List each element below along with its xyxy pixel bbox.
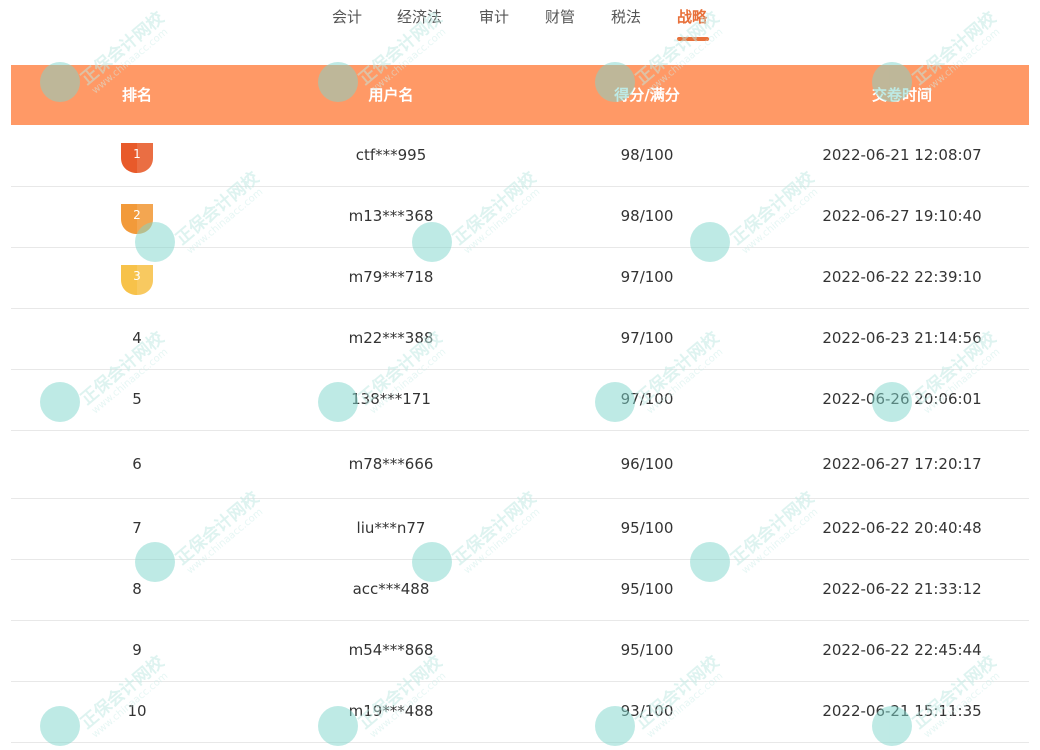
submit-time-cell: 2022-06-27 19:10:40: [822, 207, 982, 225]
table-row: 10 m19***488 93/100 2022-06-21 15:11:35: [11, 681, 1029, 743]
tab-jingjifa[interactable]: 经济法: [397, 6, 442, 28]
rank-number: 10: [127, 702, 147, 720]
submit-time-cell: 2022-06-22 22:39:10: [822, 268, 982, 286]
rank-number: 1: [133, 146, 141, 161]
medal-icon: 1: [120, 139, 154, 173]
username-cell: m13***368: [348, 207, 434, 225]
subject-tabs: 会计 经济法 审计 财管 税法 战略: [0, 0, 1040, 44]
table-header: 排名 用户名 得分/满分 交卷时间: [11, 65, 1029, 125]
table-row: 8 acc***488 95/100 2022-06-22 21:33:12: [11, 559, 1029, 621]
rank-number: 5: [132, 390, 142, 408]
submit-time-cell: 2022-06-21 15:11:35: [822, 702, 982, 720]
username-cell: liu***n77: [356, 519, 426, 537]
rank-number: 4: [132, 329, 142, 347]
medal-icon: 2: [120, 200, 154, 234]
rank-cell: 6: [11, 430, 263, 498]
submit-time-cell: 2022-06-21 12:08:07: [822, 146, 982, 164]
score-cell: 98/100: [620, 146, 674, 164]
medal-icon: 3: [120, 261, 154, 295]
rank-cell: 4: [11, 308, 263, 369]
submit-time-cell: 2022-06-22 20:40:48: [822, 519, 982, 537]
username-cell: m79***718: [348, 268, 434, 286]
rank-number: 9: [132, 641, 142, 659]
header-submit-time: 交卷时间: [871, 86, 932, 104]
rank-cell: 3: [11, 247, 263, 308]
rank-number: 8: [132, 580, 142, 598]
ranking-table: 排名 用户名 得分/满分 交卷时间 1 ctf***995 98/100 2022-0…: [11, 65, 1029, 743]
rank-cell: 1: [11, 125, 263, 186]
rank-number: 3: [133, 268, 141, 283]
tab-caiguan[interactable]: 财管: [545, 6, 575, 28]
username-cell: ctf***995: [355, 146, 427, 164]
score-cell: 95/100: [620, 519, 674, 537]
tab-shenji[interactable]: 审计: [479, 6, 509, 28]
rank-cell: 7: [11, 498, 263, 559]
submit-time-cell: 2022-06-22 21:33:12: [822, 580, 982, 598]
tab-zhanlue[interactable]: 战略: [677, 6, 707, 28]
rank-cell: 2: [11, 186, 263, 247]
table-row: 6 m78***666 96/100 2022-06-27 17:20:17: [11, 430, 1029, 499]
score-cell: 97/100: [620, 329, 674, 347]
username-cell: acc***488: [352, 580, 430, 598]
username-cell: m78***666: [348, 455, 434, 473]
table-row: 4 m22***388 97/100 2022-06-23 21:14:56: [11, 308, 1029, 370]
score-cell: 97/100: [620, 268, 674, 286]
table-row: 7 liu***n77 95/100 2022-06-22 20:40:48: [11, 498, 1029, 560]
submit-time-cell: 2022-06-22 22:45:44: [822, 641, 982, 659]
active-tab-indicator: [677, 37, 709, 41]
score-cell: 95/100: [620, 641, 674, 659]
rank-cell: 8: [11, 559, 263, 620]
score-cell: 97/100: [620, 390, 674, 408]
username-cell: m54***868: [348, 641, 434, 659]
header-username: 用户名: [368, 86, 414, 104]
table-row: 3 m79***718 97/100 2022-06-22 22:39:10: [11, 247, 1029, 309]
score-cell: 93/100: [620, 702, 674, 720]
username-cell: m22***388: [348, 329, 434, 347]
score-cell: 96/100: [620, 455, 674, 473]
rank-number: 7: [132, 519, 142, 537]
score-cell: 98/100: [620, 207, 674, 225]
rank-cell: 5: [11, 369, 263, 430]
table-row: 5 138***171 97/100 2022-06-26 20:06:01: [11, 369, 1029, 431]
rank-number: 2: [133, 207, 141, 222]
rank-cell: 9: [11, 620, 263, 681]
submit-time-cell: 2022-06-26 20:06:01: [822, 390, 982, 408]
rank-cell: 10: [11, 681, 263, 742]
submit-time-cell: 2022-06-23 21:14:56: [822, 329, 982, 347]
tab-kuaiji[interactable]: 会计: [332, 6, 362, 28]
header-rank: 排名: [121, 86, 152, 104]
table-row: 1 ctf***995 98/100 2022-06-21 12:08:07: [11, 125, 1029, 187]
rank-number: 6: [132, 455, 142, 473]
username-cell: m19***488: [348, 702, 434, 720]
score-cell: 95/100: [620, 580, 674, 598]
table-row: 2 m13***368 98/100 2022-06-27 19:10:40: [11, 186, 1029, 248]
submit-time-cell: 2022-06-27 17:20:17: [822, 455, 982, 473]
tab-shuifa[interactable]: 税法: [611, 6, 641, 28]
table-row: 9 m54***868 95/100 2022-06-22 22:45:44: [11, 620, 1029, 682]
header-score: 得分/满分: [614, 86, 680, 104]
username-cell: 138***171: [351, 390, 431, 408]
